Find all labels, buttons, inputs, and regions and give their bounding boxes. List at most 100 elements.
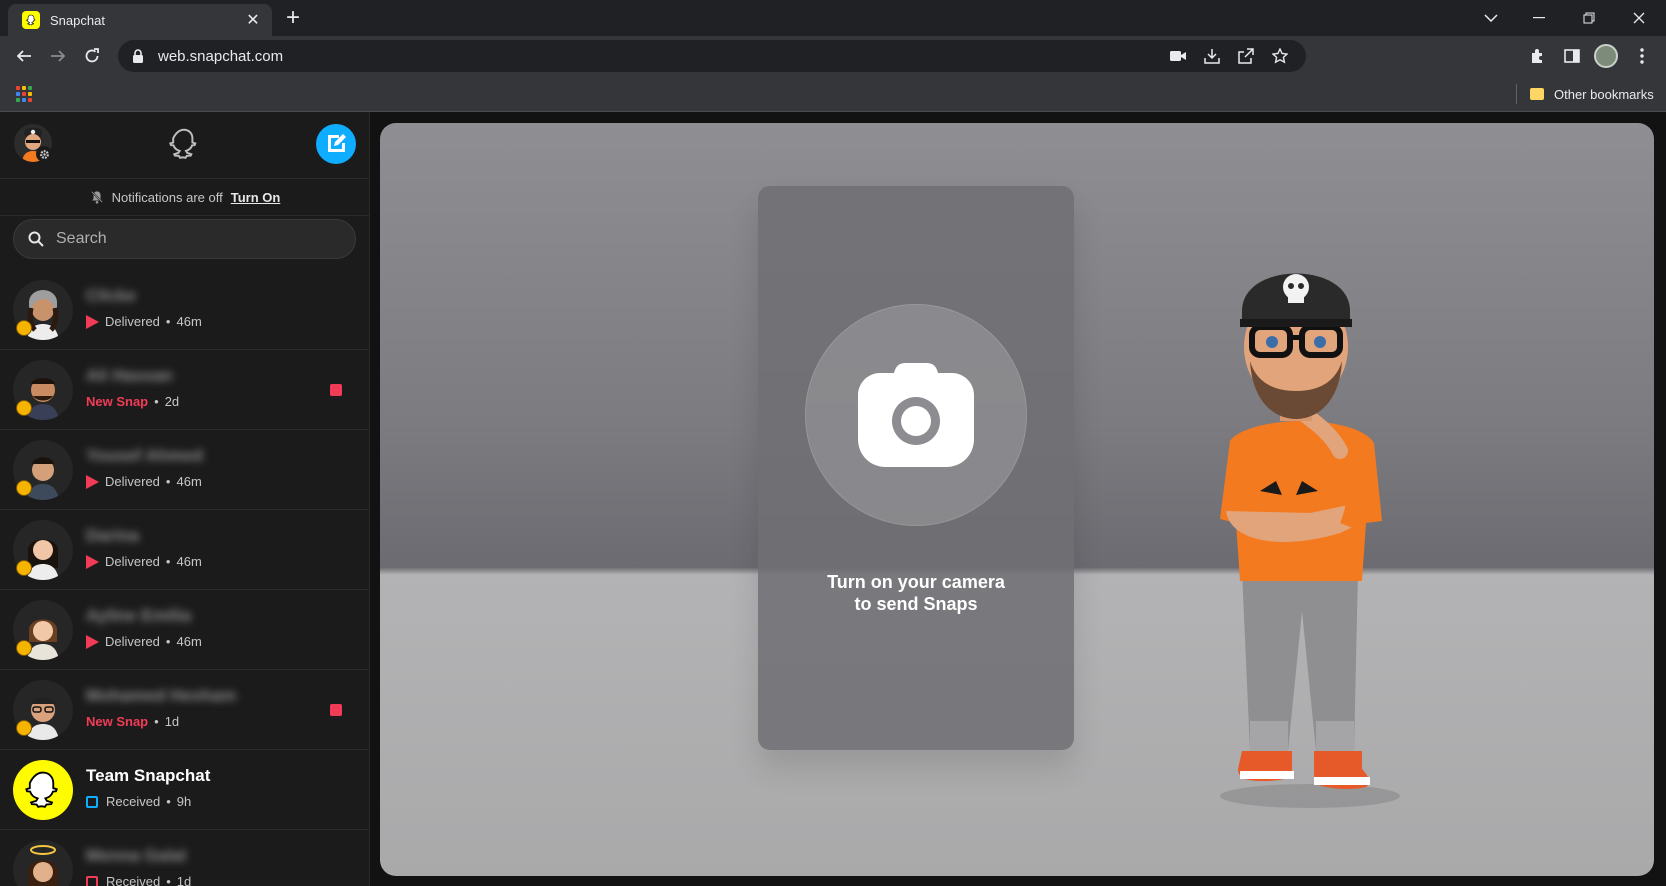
status-time: 46m [176,314,202,329]
delivered-arrow-icon [86,554,99,569]
bitmoji-character [1220,273,1400,808]
chat-status: Delivered • 46m [86,554,202,569]
bookmarks-bar: Other bookmarks [0,76,1666,112]
status-time: 2d [164,394,180,409]
status-label: New Snap [86,714,149,729]
search-icon [28,231,44,247]
enable-camera-button[interactable] [805,304,1027,526]
turn-on-notifications-link[interactable]: Turn On [231,190,281,205]
camera-icon [858,363,974,467]
new-snap-indicator-icon [330,704,342,716]
friend-name: Mohamed Hesham [86,686,237,705]
chat-row[interactable]: Clicke Delivered • 46m [0,270,369,350]
snapchat-ghost-icon[interactable] [166,126,202,162]
chat-row[interactable]: Darina Delivered • 46m [0,510,369,590]
extensions-puzzle-icon[interactable] [1524,42,1552,70]
status-label: Delivered [105,554,160,569]
camera-in-use-icon[interactable] [1168,46,1188,66]
sidebar-header [0,112,369,178]
other-bookmarks[interactable]: Other bookmarks [1530,84,1654,104]
side-panel-icon[interactable] [1558,42,1586,70]
chat-row[interactable]: Mohamed Hesham New Snap • 1d [0,670,369,750]
chat-status: Delivered • 46m [86,634,202,649]
bookmarks-divider [1516,84,1517,104]
chat-row[interactable]: Ayline Emilia Delivered • 46m [0,590,369,670]
status-label: Delivered [105,634,160,649]
streak-emoji-icon [16,400,32,416]
apps-grid-icon[interactable] [16,86,32,102]
status-label: Received [106,874,161,886]
chat-row[interactable]: Menna Galal Received • 1d [0,830,369,886]
camera-permission-card[interactable]: Turn on your camera to send Snaps [758,186,1074,750]
tab-search-chevron-icon[interactable] [1468,4,1514,32]
streak-emoji-icon [16,640,32,656]
snapchat-favicon-icon [22,11,40,29]
tab-close-icon[interactable]: ✕ [244,11,262,29]
bookmark-star-icon[interactable] [1270,46,1290,66]
new-chat-button[interactable] [316,124,356,164]
friend-name: Ali Hassan [86,366,173,385]
received-snap-icon [86,875,98,886]
friend-name: Yousef Ahmed [86,446,204,465]
chat-status: Received • 9h [86,794,191,809]
delivered-arrow-icon [86,314,99,329]
delivered-arrow-icon [86,474,99,489]
browser-tabstrip: Snapchat ✕ + [0,0,1666,36]
streak-emoji-icon [16,720,32,736]
folder-icon [1530,88,1544,100]
minimize-icon[interactable] [1516,4,1562,32]
status-label: Delivered [105,314,160,329]
status-time: 9h [176,794,192,809]
camera-prompt-text: Turn on your camera to send Snaps [827,572,1005,614]
friend-name: Darina [86,526,139,545]
snapchat-app: Notifications are off Turn On Clicke Del… [0,112,1666,886]
status-time: 1d [176,874,192,886]
search-input[interactable] [56,230,326,248]
status-time: 46m [176,554,202,569]
chat-status: Received • 1d [86,874,191,886]
back-arrow-icon[interactable] [10,42,38,70]
status-label: Received [106,794,161,809]
url-text: web.snapchat.com [158,47,284,65]
streak-emoji-icon [16,480,32,496]
chat-sidebar: Notifications are off Turn On Clicke Del… [0,112,370,886]
tab-title: Snapchat [50,12,105,28]
lock-icon [133,49,143,63]
profile-avatar[interactable] [1592,42,1620,70]
reload-icon[interactable] [78,42,106,70]
streak-emoji-icon [16,560,32,576]
bell-off-icon [90,191,103,204]
chat-status: New Snap • 1d [86,714,180,729]
browser-tab[interactable]: Snapchat ✕ [8,4,272,36]
browser-toolbar: web.snapchat.com [0,36,1666,76]
kebab-menu-icon[interactable] [1628,42,1656,70]
friend-bitmoji-avatar [13,840,73,886]
install-app-icon[interactable] [1202,46,1222,66]
chat-status: Delivered • 46m [86,314,202,329]
friend-name: Menna Galal [86,846,187,865]
status-label: Delivered [105,474,160,489]
chat-row-team-snapchat[interactable]: Team Snapchat Received • 9h [0,750,369,830]
streak-emoji-icon [16,320,32,336]
friend-name: Clicke [86,286,137,305]
delivered-arrow-icon [86,634,99,649]
chat-status: New Snap • 2d [86,394,180,409]
close-window-icon[interactable] [1616,4,1662,32]
restore-icon[interactable] [1566,4,1612,32]
camera-stage: Turn on your camera to send Snaps [380,123,1654,876]
other-bookmarks-label: Other bookmarks [1554,86,1654,102]
new-tab-button[interactable]: + [280,6,306,32]
chat-row[interactable]: Yousef Ahmed Delivered • 46m [0,430,369,510]
new-snap-indicator-icon [330,384,342,396]
chat-row[interactable]: Ali Hassan New Snap • 2d [0,350,369,430]
status-time: 46m [176,474,202,489]
settings-gear-icon[interactable] [36,146,52,162]
search-bar[interactable] [13,219,356,259]
status-label: New Snap [86,394,149,409]
address-bar[interactable]: web.snapchat.com [118,40,1306,72]
friend-name: Ayline Emilia [86,606,192,625]
friend-name: Team Snapchat [86,766,211,785]
status-time: 1d [164,714,180,729]
share-icon[interactable] [1236,46,1256,66]
forward-arrow-icon[interactable] [44,42,72,70]
